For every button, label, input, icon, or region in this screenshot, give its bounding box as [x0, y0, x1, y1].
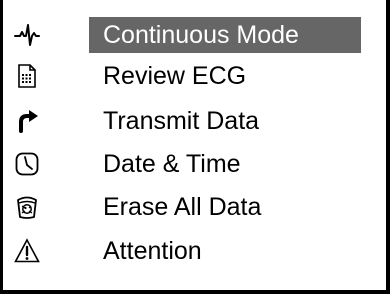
menu-item-date-time[interactable]: Date & Time [3, 144, 386, 184]
menu-item-erase-all-data[interactable]: Erase All Data [3, 187, 386, 227]
menu-item-label: Attention [103, 237, 202, 265]
ecg-waveform-icon [14, 22, 40, 48]
menu-item-review-ecg[interactable]: Review ECG [3, 56, 386, 96]
menu-item-label: Date & Time [103, 150, 241, 178]
transmit-arrow-icon [14, 108, 40, 134]
menu-item-label: Continuous Mode [103, 21, 299, 49]
menu-item-transmit-data[interactable]: Transmit Data [3, 101, 386, 141]
menu-item-label: Erase All Data [103, 193, 262, 221]
menu-item-continuous-mode[interactable]: Continuous Mode [3, 15, 386, 55]
trash-icon [14, 194, 40, 220]
warning-icon [14, 238, 40, 264]
menu-item-label: Transmit Data [103, 107, 260, 135]
menu-item-attention[interactable]: Attention [3, 231, 386, 271]
menu-item-label: Review ECG [103, 62, 247, 90]
clock-icon [14, 151, 40, 177]
device-screen: Continuous Mode Review ECG Transmit Data… [0, 0, 390, 294]
document-icon [14, 63, 40, 89]
